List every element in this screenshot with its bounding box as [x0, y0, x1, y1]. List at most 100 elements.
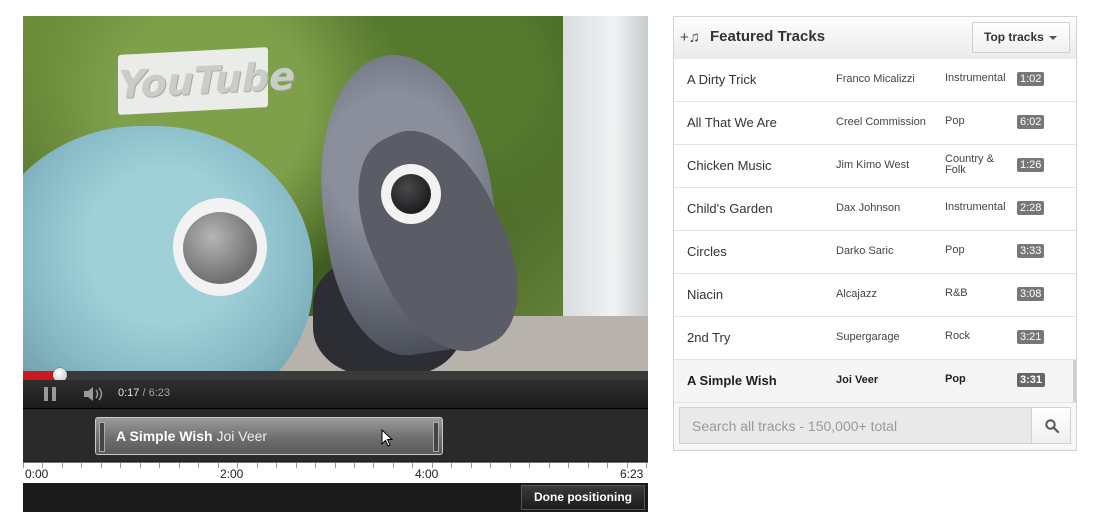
- timeline-tick: [296, 463, 297, 468]
- track-duration-badge: 3:08: [1017, 287, 1045, 301]
- volume-icon[interactable]: [83, 386, 105, 402]
- track-title: Niacin: [687, 287, 724, 302]
- timeline-tick: [646, 463, 647, 468]
- search-area: [674, 403, 1076, 450]
- timeline-tick: [159, 463, 160, 468]
- time-display: 0:17 / 6:23: [118, 387, 170, 399]
- track-artist: Supergarage: [836, 331, 900, 343]
- blue-plush-eye-button: [183, 212, 257, 284]
- total-duration: 6:23: [148, 387, 171, 399]
- timeline-tick: [412, 463, 413, 468]
- track-row[interactable]: Niacin Alcajazz R&B 3:08: [674, 274, 1076, 317]
- track-genre: Country & Folk: [945, 153, 994, 176]
- timeline-tick: [529, 463, 530, 468]
- current-time: 0:17: [118, 387, 140, 399]
- timeline-tick: [354, 463, 355, 468]
- pause-button[interactable]: [43, 387, 57, 401]
- track-genre: Pop: [945, 373, 966, 385]
- track-title: Child's Garden: [687, 201, 773, 216]
- positioning-footer: Done positioning: [23, 483, 648, 512]
- timeline-tick: [179, 463, 180, 468]
- track-row[interactable]: All That We Are Creel Commission Pop 6:02: [674, 102, 1076, 145]
- timeline[interactable]: 0:00 2:00 4:00 6:23: [23, 462, 648, 483]
- timeline-tick: [568, 463, 569, 468]
- timeline-tick: [198, 463, 199, 468]
- track-title: A Dirty Trick: [687, 72, 757, 87]
- timeline-tick: [607, 463, 608, 468]
- timeline-tick: [276, 463, 277, 468]
- timeline-label-3: 6:23: [620, 467, 644, 481]
- timeline-label-0: 0:00: [25, 467, 49, 481]
- timeline-label-1: 2:00: [220, 467, 244, 481]
- track-artist: Alcajazz: [836, 288, 877, 300]
- track-genre: Pop: [945, 244, 965, 256]
- timeline-tick: [393, 463, 394, 468]
- track-title: A Simple Wish: [687, 373, 777, 388]
- timeline-tick: [490, 463, 491, 468]
- done-positioning-button[interactable]: Done positioning: [521, 485, 645, 510]
- search-button[interactable]: [1031, 407, 1071, 444]
- timeline-tick: [510, 463, 511, 468]
- track-list: A Dirty Trick Franco Micalizzi Instrumenta…: [674, 59, 1076, 403]
- track-duration-badge: 3:31: [1017, 373, 1046, 387]
- track-row[interactable]: Child's Garden Dax Johnson Instrumental 2:2…: [674, 188, 1076, 231]
- timeline-tick: [471, 463, 472, 468]
- building: [563, 16, 648, 336]
- video-frame[interactable]: YouTube: [23, 16, 648, 371]
- track-duration-badge: 1:02: [1017, 72, 1045, 86]
- progress-bar[interactable]: [23, 368, 648, 382]
- track-title: Circles: [687, 244, 727, 259]
- timeline-tick: [101, 463, 102, 468]
- timeline-tick: [335, 463, 336, 468]
- track-genre: R&B: [945, 287, 968, 299]
- handle-track-title: A Simple Wish: [116, 428, 213, 444]
- track-artist: Darko Saric: [836, 245, 894, 257]
- track-row[interactable]: A Dirty Trick Franco Micalizzi Instrumenta…: [674, 59, 1076, 102]
- track-title: 2nd Try: [687, 330, 731, 345]
- track-positioning-strip: A Simple Wish Joi Veer: [23, 409, 648, 461]
- timeline-tick: [218, 463, 219, 468]
- track-artist: Dax Johnson: [836, 202, 901, 214]
- handle-label: A Simple Wish Joi Veer: [116, 428, 267, 444]
- timeline-label-2: 4:00: [415, 467, 439, 481]
- add-music-icon[interactable]: +♫: [680, 29, 700, 46]
- video-player: YouTube 0:17 / 6:23 A Simple Wish Joi Ve…: [23, 16, 648, 512]
- timeline-tick: [120, 463, 121, 468]
- track-row[interactable]: Circles Darko Saric Pop 3:33: [674, 231, 1076, 274]
- time-separator: /: [139, 387, 149, 399]
- track-duration-badge: 3:33: [1017, 244, 1045, 258]
- timeline-tick: [140, 463, 141, 468]
- panel-header: +♫ Featured Tracks Top tracks: [674, 17, 1076, 60]
- track-genre: Pop: [945, 115, 965, 127]
- timeline-tick: [257, 463, 258, 468]
- track-row[interactable]: 2nd Try Supergarage Rock 3:21: [674, 317, 1076, 360]
- track-row[interactable]: A Simple Wish Joi Veer Pop 3:31: [674, 360, 1076, 403]
- track-artist: Jim Kimo West: [836, 159, 910, 171]
- timeline-tick: [62, 463, 63, 468]
- track-duration-badge: 6:02: [1017, 115, 1045, 129]
- timeline-tick: [588, 463, 589, 468]
- top-tracks-dropdown[interactable]: Top tracks: [972, 22, 1070, 53]
- search-icon: [1045, 419, 1059, 433]
- handle-track-artist: Joi Veer: [216, 428, 268, 444]
- timeline-tick: [373, 463, 374, 468]
- track-genre: Instrumental: [945, 201, 1006, 213]
- mouse-cursor-icon: [381, 429, 394, 447]
- track-genre: Rock: [945, 330, 971, 342]
- panel-title: Featured Tracks: [710, 28, 826, 45]
- search-input[interactable]: [679, 407, 1032, 444]
- timeline-tick: [549, 463, 550, 468]
- track-artist: Creel Commission: [836, 116, 926, 128]
- handle-right-grip[interactable]: [433, 422, 439, 452]
- track-title: All That We Are: [687, 115, 777, 130]
- handle-left-grip[interactable]: [99, 422, 105, 452]
- youtube-sign: YouTube: [118, 47, 295, 115]
- featured-tracks-panel: +♫ Featured Tracks Top tracks A Dirty Tr…: [673, 16, 1077, 451]
- track-artist: Franco Micalizzi: [836, 73, 915, 85]
- grey-plush-eye-button: [391, 174, 431, 214]
- top-tracks-label: Top tracks: [984, 30, 1044, 44]
- track-duration-badge: 1:26: [1017, 158, 1045, 172]
- track-row[interactable]: Chicken Music Jim Kimo West Country & Folk…: [674, 145, 1076, 188]
- timeline-tick: [315, 463, 316, 468]
- chevron-down-icon: [1049, 36, 1057, 40]
